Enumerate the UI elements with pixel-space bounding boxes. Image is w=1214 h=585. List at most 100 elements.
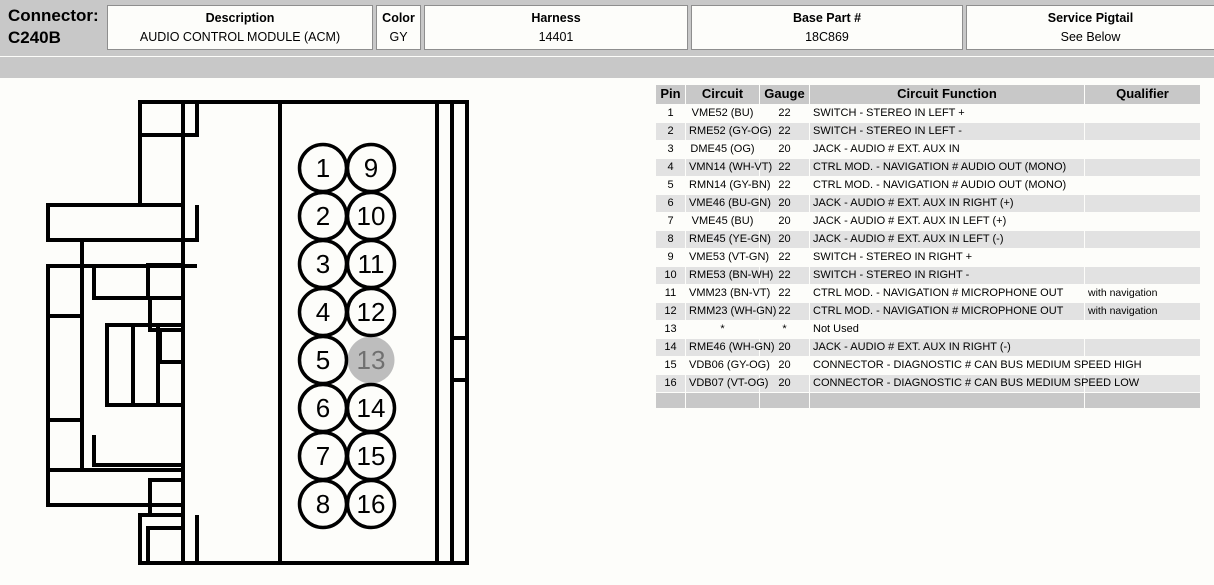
pin-circle-8: 8 bbox=[297, 478, 349, 530]
function-cell: CONNECTOR - DIAGNOSTIC # CAN BUS MEDIUM … bbox=[809, 374, 1139, 393]
pin-cell: 7 bbox=[655, 212, 686, 231]
gauge-cell: 22 bbox=[759, 104, 810, 123]
table-row: 13 * * Not Used bbox=[655, 320, 1201, 339]
pin-circle-13: 13 bbox=[347, 336, 395, 384]
column-header-gauge: Gauge bbox=[759, 84, 810, 105]
function-cell: SWITCH - STEREO IN LEFT + bbox=[809, 104, 1085, 123]
pin-cell: 5 bbox=[655, 176, 686, 195]
pin-cell: 9 bbox=[655, 248, 686, 267]
circuit-cell: RME52 (GY-OG) bbox=[685, 122, 772, 141]
table-row: 14 RME46 (WH-GN) 20 JACK - AUDIO # EXT. AUX… bbox=[655, 338, 1201, 357]
service-pigtail-title: Service Pigtail bbox=[1047, 11, 1134, 25]
circuit-cell: RME53 (BN-WH) bbox=[685, 266, 773, 285]
pin-cell: 14 bbox=[655, 338, 686, 357]
function-cell: JACK - AUDIO # EXT. AUX IN LEFT (-) bbox=[809, 230, 1085, 249]
table-row: 12 RMM23 (WH-GN) 22 CTRL MOD. - NAVIGATION … bbox=[655, 302, 1201, 321]
qualifier-cell bbox=[1084, 230, 1201, 249]
table-header-row: Pin Circuit Gauge Circuit Function Quali… bbox=[655, 84, 1201, 105]
qualifier-cell: with navigation bbox=[1084, 284, 1201, 303]
qualifier-cell bbox=[1084, 104, 1201, 123]
pin-circle-9: 9 bbox=[345, 142, 397, 194]
table-footer-row bbox=[655, 392, 1201, 409]
pin-number-label: 2 bbox=[316, 201, 330, 231]
circuit-cell: VME46 (BU-GN) bbox=[685, 194, 771, 213]
table-row: 2 RME52 (GY-OG) 22 SWITCH - STEREO IN LEFT … bbox=[655, 122, 1201, 141]
table-row: 7 VME45 (BU) 20 JACK - AUDIO # EXT. AUX IN … bbox=[655, 212, 1201, 231]
pin-cell: 1 bbox=[655, 104, 686, 123]
connector-diagram: 13 1 2 3 4 5 6 7 8 9 10 11 12 14 15 16 bbox=[0, 80, 645, 585]
pin-cell: 8 bbox=[655, 230, 686, 249]
pin-circle-14: 14 bbox=[345, 382, 397, 434]
pin-number-label: 12 bbox=[357, 297, 386, 327]
table-row: 8 RME45 (YE-GN) 20 JACK - AUDIO # EXT. AUX … bbox=[655, 230, 1201, 249]
function-cell: CTRL MOD. - NAVIGATION # AUDIO OUT (MONO… bbox=[809, 158, 1085, 177]
circuit-cell: VDB06 (GY-OG) bbox=[685, 356, 770, 375]
pin-cell: 15 bbox=[655, 356, 686, 375]
table-row: 11 VMM23 (BN-VT) 22 CTRL MOD. - NAVIGATION … bbox=[655, 284, 1201, 303]
qualifier-cell: with navigation bbox=[1084, 302, 1201, 321]
pin-number-label: 14 bbox=[357, 393, 386, 423]
table-row: 15 VDB06 (GY-OG) 20 CONNECTOR - DIAGNOSTIC … bbox=[655, 356, 1201, 375]
pin-cell: 16 bbox=[655, 374, 686, 393]
pin-circle-10: 10 bbox=[345, 190, 397, 242]
pin-cell: 12 bbox=[655, 302, 686, 321]
header-cell-description: Description AUDIO CONTROL MODULE (ACM) bbox=[107, 5, 373, 50]
function-cell: JACK - AUDIO # EXT. AUX IN bbox=[809, 140, 1085, 159]
connector-label-text: Connector: bbox=[8, 6, 99, 25]
pin-number-label: 7 bbox=[316, 441, 330, 471]
harness-value: 14401 bbox=[538, 30, 574, 44]
header-separator-band bbox=[0, 57, 1214, 78]
pin-circle-7: 7 bbox=[297, 430, 349, 482]
pin-number-label: 1 bbox=[316, 153, 330, 183]
header-cell-color: Color GY bbox=[376, 5, 421, 50]
pin-circle-12: 12 bbox=[345, 286, 397, 338]
pin-circle-15: 15 bbox=[345, 430, 397, 482]
color-value: GY bbox=[389, 30, 408, 44]
pin-number-label: 3 bbox=[316, 249, 330, 279]
connector-diagram-svg: 13123456789101112141516 bbox=[46, 100, 469, 565]
harness-title: Harness bbox=[531, 11, 581, 25]
pin-number-label: 15 bbox=[357, 441, 386, 471]
circuit-cell: VME52 (BU) bbox=[685, 104, 760, 123]
qualifier-cell bbox=[1084, 158, 1201, 177]
pin-cell: 4 bbox=[655, 158, 686, 177]
column-header-function: Circuit Function bbox=[809, 84, 1085, 105]
qualifier-cell bbox=[1084, 248, 1201, 267]
table-row: 10 RME53 (BN-WH) 22 SWITCH - STEREO IN RIGH… bbox=[655, 266, 1201, 285]
circuit-cell: VME45 (BU) bbox=[685, 212, 760, 231]
column-header-circuit: Circuit bbox=[685, 84, 760, 105]
table-row: 6 VME46 (BU-GN) 20 JACK - AUDIO # EXT. AUX … bbox=[655, 194, 1201, 213]
table-footer-cell bbox=[1084, 392, 1201, 409]
function-cell: CTRL MOD. - NAVIGATION # MICROPHONE OUT bbox=[809, 284, 1085, 303]
function-cell: JACK - AUDIO # EXT. AUX IN RIGHT (-) bbox=[809, 338, 1085, 357]
function-cell: CONNECTOR - DIAGNOSTIC # CAN BUS MEDIUM … bbox=[809, 356, 1142, 375]
pin-cell: 6 bbox=[655, 194, 686, 213]
circuit-cell: RMM23 (WH-GN) bbox=[685, 302, 776, 321]
pin-number-label: 11 bbox=[358, 249, 385, 279]
table-row: 1 VME52 (BU) 22 SWITCH - STEREO IN LEFT + bbox=[655, 104, 1201, 123]
connector-header-band: Connector: C240B Description AUDIO CONTR… bbox=[0, 0, 1214, 56]
pin-circle-4: 4 bbox=[297, 286, 349, 338]
header-cell-base-part: Base Part # 18C869 bbox=[691, 5, 963, 50]
pin-circle-1: 1 bbox=[297, 142, 349, 194]
circuit-cell: RME45 (YE-GN) bbox=[685, 230, 771, 249]
qualifier-cell bbox=[1084, 212, 1201, 231]
column-header-qualifier: Qualifier bbox=[1084, 84, 1201, 105]
circuit-cell: RME46 (WH-GN) bbox=[685, 338, 775, 357]
table-footer-cell bbox=[759, 392, 810, 409]
pin-circle-3: 3 bbox=[297, 238, 349, 290]
pin-number-label: 5 bbox=[316, 345, 330, 375]
base-part-title: Base Part # bbox=[792, 11, 862, 25]
pin-table-body: 1 VME52 (BU) 22 SWITCH - STEREO IN LEFT +2 R… bbox=[655, 104, 1201, 409]
circuit-cell: DME45 (OG) bbox=[685, 140, 760, 159]
table-footer-cell bbox=[685, 392, 760, 409]
pin-circle-2: 2 bbox=[297, 190, 349, 242]
pin-cell: 2 bbox=[655, 122, 686, 141]
description-title: Description bbox=[205, 11, 275, 25]
qualifier-cell bbox=[1084, 122, 1201, 141]
function-cell: SWITCH - STEREO IN RIGHT - bbox=[809, 266, 1085, 285]
qualifier-cell bbox=[1084, 320, 1201, 339]
pin-number-label: 8 bbox=[316, 489, 330, 519]
pin-circle-16: 16 bbox=[345, 478, 397, 530]
pin-number-label: 6 bbox=[316, 393, 330, 423]
